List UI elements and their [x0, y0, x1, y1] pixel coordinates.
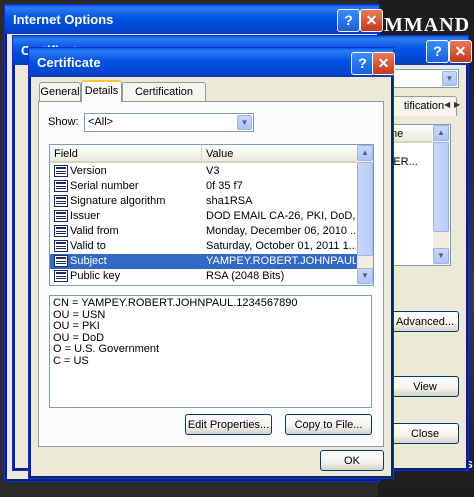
detail-line: OU = USN: [53, 308, 106, 321]
internet-options-titlebar: Internet Options ? ✕: [5, 5, 383, 34]
certificate-window: Certificate ? ✕ General Details Certific…: [28, 47, 395, 479]
chevron-down-icon: ▼: [237, 115, 252, 130]
table-cell-field: Signature algorithm: [70, 195, 166, 207]
scrollbar-thumb[interactable]: [433, 142, 449, 232]
table-cell-field: Valid from: [70, 225, 119, 237]
field-detail-textbox[interactable]: CN = YAMPEY.ROBERT.JOHNPAUL.1234567890 O…: [49, 295, 372, 408]
internet-options-close-button[interactable]: ✕: [360, 9, 383, 32]
table-cell-value: Monday, December 06, 2010 ...: [206, 225, 356, 237]
detail-line: OU = PKI: [53, 320, 100, 332]
fields-list[interactable]: Field Value Version V3 Serial number 0f …: [49, 144, 374, 286]
edit-properties-button[interactable]: Edit Properties...: [185, 414, 272, 435]
table-row[interactable]: Valid to Saturday, October 01, 2011 1...: [50, 239, 357, 254]
table-row-selected[interactable]: Subject YAMPEY.ROBERT.JOHNPAUL....: [50, 254, 357, 269]
tab-scroll-left-icon[interactable]: ◀: [444, 100, 450, 109]
column-header-field[interactable]: Field: [50, 145, 202, 163]
table-cell-value: RSA (2048 Bits): [206, 270, 285, 282]
table-cell-value: 0f 35 f7: [206, 180, 243, 192]
view-button[interactable]: View: [391, 376, 459, 397]
internet-options-title: Internet Options: [13, 12, 114, 27]
table-row[interactable]: Public key RSA (2048 Bits): [50, 269, 357, 284]
table-cell-value: sha1RSA: [206, 195, 253, 207]
certificates-help-button[interactable]: ?: [426, 40, 449, 63]
detail-line: C = US: [53, 354, 89, 367]
table-cell-value: V3: [206, 165, 220, 177]
column-header-value-label: Value: [206, 148, 234, 160]
table-cell-field: Subject: [70, 255, 107, 267]
close-button[interactable]: Close: [391, 423, 459, 444]
certificate-field-icon: [54, 210, 68, 222]
fields-list-scrollbar[interactable]: ▲ ▼: [357, 145, 373, 285]
advanced-button[interactable]: Advanced...: [391, 311, 459, 332]
scroll-up-icon[interactable]: ▲: [357, 145, 373, 161]
show-dropdown[interactable]: <All> ▼: [84, 113, 254, 132]
tab-general[interactable]: General: [39, 82, 81, 102]
certificate-help-button[interactable]: ?: [351, 52, 374, 75]
tab-certification-path[interactable]: Certification Path: [122, 82, 206, 117]
table-cell-field: Serial number: [70, 180, 139, 192]
tab-details[interactable]: Details: [81, 80, 122, 102]
certificates-purpose-dropdown[interactable]: ▼: [391, 69, 459, 88]
table-row[interactable]: Valid from Monday, December 06, 2010 ...: [50, 224, 357, 239]
scrollbar-thumb[interactable]: [357, 162, 373, 256]
column-header-field-label: Field: [54, 148, 78, 160]
ok-button[interactable]: OK: [320, 450, 384, 471]
tab-scroll-right-icon[interactable]: ▶: [454, 100, 460, 109]
detail-line: CN = YAMPEY.ROBERT.JOHNPAUL.1234567890: [53, 297, 298, 309]
certificate-titlebar: Certificate ? ✕: [29, 48, 395, 77]
table-cell-field: Valid to: [70, 240, 106, 252]
show-label: Show:: [48, 116, 79, 128]
scroll-up-icon[interactable]: ▲: [433, 125, 449, 141]
certificates-tab-label: tification: [403, 100, 445, 112]
column-header-value[interactable]: Value: [202, 145, 357, 163]
certificates-close-button[interactable]: ✕: [449, 40, 472, 63]
table-cell-value: DOD EMAIL CA-26, PKI, DoD, ...: [206, 210, 356, 222]
certificate-field-icon: [54, 180, 68, 192]
certificate-field-icon: [54, 195, 68, 207]
copy-to-file-button[interactable]: Copy to File...: [285, 414, 372, 435]
scroll-down-icon[interactable]: ▼: [433, 248, 449, 264]
table-cell-field: Issuer: [70, 210, 100, 222]
internet-options-help-button[interactable]: ?: [337, 9, 360, 32]
certificate-field-icon: [54, 165, 68, 177]
table-cell-field: Version: [70, 165, 107, 177]
certificate-title: Certificate: [37, 55, 101, 70]
scroll-down-icon[interactable]: ▼: [357, 268, 373, 284]
chevron-down-icon: ▼: [442, 71, 457, 86]
certificate-field-icon: [54, 240, 68, 252]
table-row[interactable]: Issuer DOD EMAIL CA-26, PKI, DoD, ...: [50, 209, 357, 224]
details-tab-panel: Show: <All> ▼ Field Value Version V3 Ser…: [38, 101, 384, 447]
show-dropdown-value: <All>: [88, 116, 114, 128]
certificate-field-icon: [54, 225, 68, 237]
table-cell-value: Saturday, October 01, 2011 1...: [206, 240, 356, 252]
tab-general-label: General: [40, 86, 80, 98]
background-brand-text: MMAND: [384, 14, 471, 36]
table-row[interactable]: Serial number 0f 35 f7: [50, 179, 357, 194]
certificate-field-icon: [54, 255, 68, 267]
table-row[interactable]: Version V3: [50, 164, 357, 179]
table-cell-value: YAMPEY.ROBERT.JOHNPAUL....: [206, 255, 356, 267]
certificate-field-icon: [54, 270, 68, 282]
certificate-close-button[interactable]: ✕: [372, 52, 395, 75]
detail-line: O = U.S. Government: [53, 343, 160, 355]
table-row[interactable]: Signature algorithm sha1RSA: [50, 194, 357, 209]
certificates-list-scrollbar[interactable]: ▲ ▼: [433, 125, 449, 265]
table-cell-field: Public key: [70, 270, 121, 282]
tab-details-label: Details: [84, 85, 119, 97]
